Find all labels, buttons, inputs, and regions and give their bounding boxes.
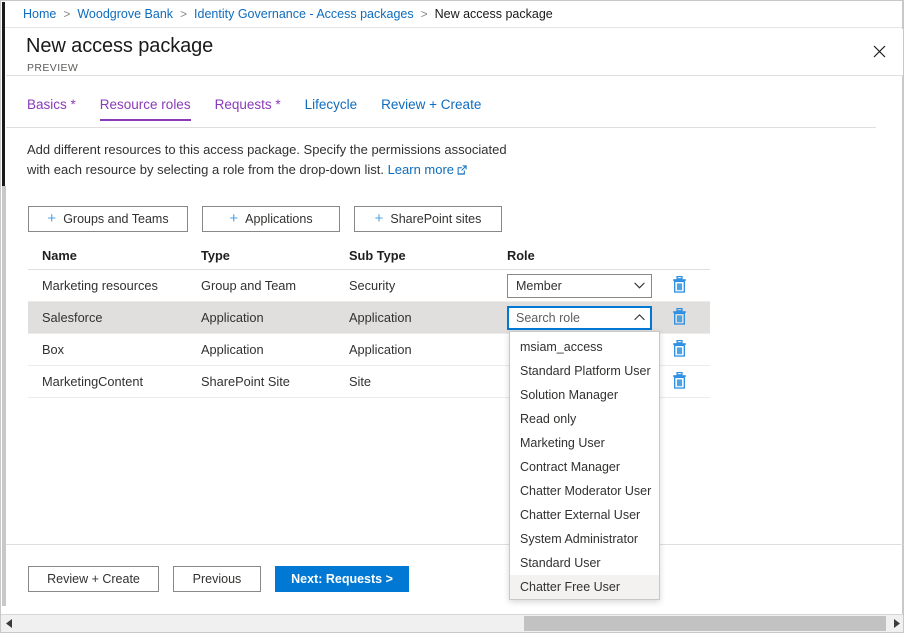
plus-icon: + — [229, 211, 238, 226]
cell-type: SharePoint Site — [201, 374, 349, 389]
breadcrumb-separator: > — [63, 7, 70, 21]
table-header-row: Name Type Sub Type Role — [28, 242, 710, 270]
scroll-right-arrow-icon[interactable] — [888, 615, 904, 632]
delete-row-button[interactable] — [669, 339, 691, 361]
breadcrumb: Home > Woodgrove Bank > Identity Governa… — [1, 1, 904, 28]
role-dropdown-marketing-resources[interactable]: Member — [507, 274, 652, 298]
next-requests-button[interactable]: Next: Requests > — [275, 566, 409, 592]
add-applications-button[interactable]: + Applications — [202, 206, 340, 232]
blade-left-rail-lower — [2, 186, 6, 606]
column-header-name: Name — [28, 248, 201, 263]
tab-basics[interactable]: Basics * — [27, 97, 76, 121]
breadcrumb-item-home[interactable]: Home — [23, 7, 56, 21]
blade-header: New access package PREVIEW — [6, 29, 904, 76]
table-row[interactable]: Salesforce Application Application Searc… — [28, 302, 710, 334]
role-option-standard-user[interactable]: Standard User — [510, 551, 659, 575]
cell-actions — [657, 339, 702, 361]
role-option-marketing-user[interactable]: Marketing User — [510, 431, 659, 455]
role-option-solution-manager[interactable]: Solution Manager — [510, 383, 659, 407]
role-option-contract-manager[interactable]: Contract Manager — [510, 455, 659, 479]
cell-sub-type: Application — [349, 342, 507, 357]
table-row[interactable]: Marketing resources Group and Team Secur… — [28, 270, 710, 302]
blade-left-accent-rail — [2, 2, 5, 186]
cell-type: Application — [201, 310, 349, 325]
learn-more-link[interactable]: Learn more — [388, 162, 467, 177]
trash-icon — [672, 372, 687, 392]
cell-type: Application — [201, 342, 349, 357]
review-create-button[interactable]: Review + Create — [28, 566, 159, 592]
role-option-chatter-external-user[interactable]: Chatter External User — [510, 503, 659, 527]
role-options-dropdown: msiam_access Standard Platform User Solu… — [509, 331, 660, 600]
trash-icon — [672, 308, 687, 328]
description-text: Add different resources to this access p… — [27, 140, 517, 181]
scroll-left-arrow-icon[interactable] — [1, 615, 18, 632]
blade-root: Home > Woodgrove Bank > Identity Governa… — [0, 0, 904, 633]
tab-requests[interactable]: Requests * — [215, 97, 281, 121]
horizontal-scrollbar[interactable] — [1, 614, 904, 632]
role-option-system-administrator[interactable]: System Administrator — [510, 527, 659, 551]
breadcrumb-separator: > — [180, 7, 187, 21]
column-header-sub-type: Sub Type — [349, 248, 507, 263]
role-option-chatter-free-user[interactable]: Chatter Free User — [510, 575, 659, 599]
previous-button[interactable]: Previous — [173, 566, 261, 592]
cell-sub-type: Security — [349, 278, 507, 293]
column-header-role: Role — [507, 248, 657, 263]
cell-name: Marketing resources — [28, 278, 201, 293]
breadcrumb-separator: > — [421, 7, 428, 21]
cell-actions — [657, 371, 702, 393]
close-icon — [873, 45, 886, 58]
role-dropdown-salesforce[interactable]: Search role — [507, 306, 652, 330]
breadcrumb-item-identity-governance[interactable]: Identity Governance - Access packages — [194, 7, 414, 21]
role-option-chatter-moderator-user[interactable]: Chatter Moderator User — [510, 479, 659, 503]
footer-separator — [6, 544, 904, 545]
cell-actions — [657, 307, 702, 329]
external-link-icon — [457, 161, 467, 181]
plus-icon: + — [47, 211, 56, 226]
chevron-up-icon — [634, 314, 645, 321]
role-search-placeholder: Search role — [516, 311, 580, 325]
page-title: New access package — [26, 35, 213, 58]
tab-lifecycle[interactable]: Lifecycle — [305, 97, 358, 121]
add-resource-buttons: + Groups and Teams + Applications + Shar… — [28, 206, 502, 232]
plus-icon: + — [375, 211, 384, 226]
cell-name: MarketingContent — [28, 374, 201, 389]
cell-name: Salesforce — [28, 310, 201, 325]
add-groups-and-teams-label: Groups and Teams — [63, 212, 168, 226]
chevron-down-icon — [634, 282, 645, 289]
column-header-type: Type — [201, 248, 349, 263]
cell-role: Member — [507, 274, 657, 298]
tab-resource-roles[interactable]: Resource roles — [100, 97, 191, 121]
add-sharepoint-sites-button[interactable]: + SharePoint sites — [354, 206, 502, 232]
scrollbar-track[interactable] — [18, 615, 888, 632]
close-button[interactable] — [857, 29, 901, 73]
add-groups-and-teams-button[interactable]: + Groups and Teams — [28, 206, 188, 232]
cell-name: Box — [28, 342, 201, 357]
trash-icon — [672, 276, 687, 296]
add-sharepoint-sites-label: SharePoint sites — [390, 212, 481, 226]
blade-right-border — [902, 1, 903, 615]
delete-row-button[interactable] — [669, 275, 691, 297]
preview-badge: PREVIEW — [27, 62, 78, 74]
role-option-msiam-access[interactable]: msiam_access — [510, 335, 659, 359]
role-option-standard-platform-user[interactable]: Standard Platform User — [510, 359, 659, 383]
learn-more-label: Learn more — [388, 162, 454, 177]
footer-actions: Review + Create Previous Next: Requests … — [28, 566, 409, 592]
cell-actions — [657, 275, 702, 297]
wizard-tabs: Basics * Resource roles Requests * Lifec… — [6, 97, 876, 128]
cell-sub-type: Application — [349, 310, 507, 325]
role-dropdown-value: Member — [516, 279, 562, 293]
trash-icon — [672, 340, 687, 360]
cell-type: Group and Team — [201, 278, 349, 293]
breadcrumb-item-current: New access package — [435, 7, 553, 21]
cell-sub-type: Site — [349, 374, 507, 389]
tab-review-create[interactable]: Review + Create — [381, 97, 481, 121]
scrollbar-thumb[interactable] — [524, 616, 886, 631]
delete-row-button[interactable] — [669, 307, 691, 329]
delete-row-button[interactable] — [669, 371, 691, 393]
role-option-read-only[interactable]: Read only — [510, 407, 659, 431]
breadcrumb-item-woodgrove-bank[interactable]: Woodgrove Bank — [77, 7, 173, 21]
add-applications-label: Applications — [245, 212, 312, 226]
cell-role: Search role — [507, 306, 657, 330]
